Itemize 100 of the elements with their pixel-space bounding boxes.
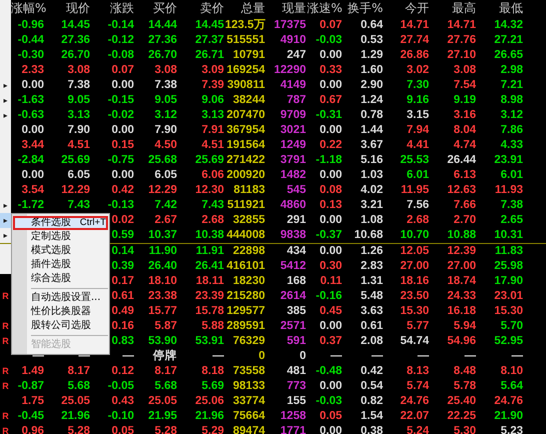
- table-cell: 481: [286, 364, 306, 376]
- menu-row[interactable]: [0, 244, 11, 258]
- table-cell: 14.45: [61, 18, 90, 30]
- menu-row[interactable]: ▸: [0, 228, 11, 242]
- column-header[interactable]: 最高: [430, 0, 477, 18]
- column-header[interactable]: 涨速%: [307, 0, 343, 18]
- menu-row[interactable]: ▸: [0, 212, 11, 228]
- table-cell: 5.88: [202, 320, 224, 332]
- table-cell: 5412: [280, 260, 306, 272]
- column-header[interactable]: 总量: [225, 0, 266, 18]
- table-cell: 27.00: [400, 260, 429, 272]
- table-cell: 3.12: [500, 108, 523, 120]
- table-cell: 25.06: [195, 394, 224, 406]
- table-cell: 0.00: [320, 48, 342, 60]
- table-cell: 0.83: [112, 334, 134, 346]
- table-cell: 2.67: [154, 214, 177, 226]
- table-cell: —: [212, 350, 224, 362]
- menu-row[interactable]: ▸: [0, 108, 11, 122]
- column-header[interactable]: 今开: [384, 0, 430, 18]
- menu-item[interactable]: 插件选股: [13, 258, 108, 272]
- table-cell: 123.5万: [225, 18, 266, 30]
- table-cell: 0.16: [112, 320, 134, 332]
- table-cell: 18.74: [447, 274, 476, 286]
- column-header[interactable]: 卖价: [178, 0, 225, 18]
- column-header[interactable]: 现价: [45, 0, 91, 18]
- menu-row[interactable]: ▸: [0, 92, 11, 108]
- column-header[interactable]: 涨跌: [91, 0, 135, 18]
- table-cell: 0.42: [112, 184, 134, 196]
- table-cell: 16.18: [447, 304, 476, 316]
- table-cell: 7.38: [154, 78, 177, 90]
- table-cell: 21.95: [148, 410, 177, 422]
- table-cell: 4.33: [500, 138, 523, 150]
- row-marker: R: [2, 426, 9, 434]
- table-cell: 7.30: [406, 78, 429, 90]
- table-cell: 200920: [226, 168, 265, 180]
- table-cell: 27.37: [195, 34, 224, 46]
- table-cell: 0.30: [320, 260, 342, 272]
- table-cell: 26.86: [400, 48, 429, 60]
- table-cell: 0: [300, 350, 306, 362]
- table-cell: 98133: [233, 380, 265, 392]
- table-cell: -0.02: [108, 108, 134, 120]
- column-header[interactable]: 换手%: [343, 0, 384, 18]
- column-header[interactable]: 买价: [135, 0, 178, 18]
- table-cell: 0.00: [320, 78, 342, 90]
- table-cell: 18.16: [400, 274, 429, 286]
- column-header[interactable]: 现量: [266, 0, 307, 18]
- table-cell: 26.71: [195, 48, 224, 60]
- table-cell: 8.48: [454, 364, 476, 376]
- column-header[interactable]: 涨幅%: [11, 0, 45, 18]
- table-cell: 545: [286, 184, 306, 196]
- table-cell: 23.38: [148, 290, 177, 302]
- table-cell: 15.78: [195, 304, 224, 316]
- table-cell: 14.71: [400, 18, 429, 30]
- table-cell: 1.03: [360, 168, 383, 180]
- table-cell: 0.07: [112, 64, 134, 76]
- table-cell: 5.77: [406, 320, 429, 332]
- table-cell: 12.05: [400, 244, 429, 256]
- table-cell: 5.87: [154, 320, 177, 332]
- menu-item[interactable]: 性价比换股器: [13, 304, 108, 318]
- table-cell: 0.22: [320, 138, 342, 150]
- menu-item[interactable]: 定制选股: [13, 230, 108, 244]
- table-cell: 0.59: [112, 228, 134, 240]
- table-cell: 4.41: [406, 138, 429, 150]
- table-cell: 0.02: [112, 214, 134, 226]
- table-cell: -1.72: [18, 198, 44, 210]
- table-cell: 1.49: [22, 364, 44, 376]
- table-cell: 7.21: [500, 78, 523, 90]
- table-cell: 7.56: [406, 198, 429, 210]
- table-cell: 511921: [227, 198, 265, 210]
- table-cell: 17375: [274, 18, 306, 30]
- table-cell: 1482: [280, 168, 306, 180]
- table-cell: 0.39: [112, 260, 134, 272]
- table-cell: 1.44: [360, 124, 383, 136]
- table-cell: —: [418, 350, 429, 362]
- table-cell: 0.00: [112, 168, 134, 180]
- menu-item[interactable]: 模式选股: [13, 244, 108, 258]
- column-header[interactable]: 最低: [477, 0, 524, 18]
- menu-item[interactable]: 股转公司选股: [13, 318, 108, 332]
- table-cell: 53.90: [148, 334, 177, 346]
- table-cell: 3021: [280, 124, 306, 136]
- table-cell: 10.70: [400, 228, 429, 240]
- table-cell: 14.44: [148, 18, 177, 30]
- table-cell: —: [372, 350, 383, 362]
- table-cell: 25.40: [447, 394, 476, 406]
- table-cell: 5.30: [454, 424, 476, 434]
- table-cell: -0.08: [108, 48, 134, 60]
- menu-item[interactable]: 自动选股设置...: [13, 290, 108, 304]
- menu-row[interactable]: ▸: [0, 198, 11, 212]
- table-cell: -0.15: [108, 94, 134, 106]
- table-cell: 8.04: [454, 124, 476, 136]
- menu-row[interactable]: ▸: [0, 78, 11, 92]
- table-cell: 6.05: [154, 168, 177, 180]
- menu-item[interactable]: 综合选股: [13, 272, 108, 286]
- table-cell: 207470: [226, 108, 265, 120]
- table-cell: 25.69: [195, 154, 224, 166]
- table-cell: 0.00: [320, 380, 342, 392]
- table-cell: 0.00: [112, 78, 134, 90]
- table-cell: -0.30: [18, 48, 44, 60]
- table-cell: 27.36: [61, 34, 90, 46]
- table-cell: 0.07: [320, 18, 342, 30]
